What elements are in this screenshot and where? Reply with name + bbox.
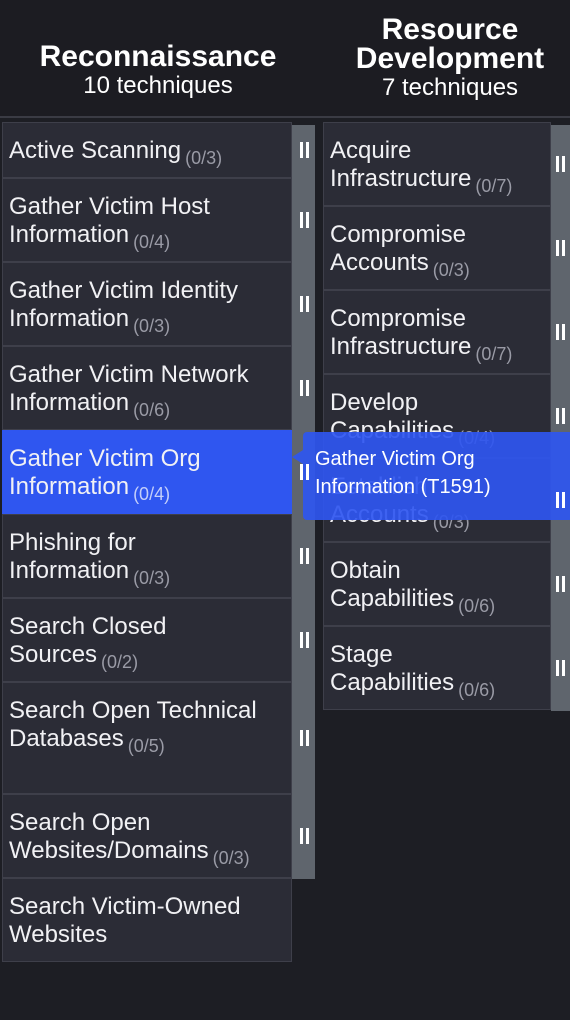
technique-cell[interactable]: Search Open Technical Databases (0/5)	[2, 682, 292, 794]
technique-name: Acquire Infrastructure	[330, 137, 472, 192]
drag-handle-icon[interactable]	[299, 212, 311, 228]
technique-name: Gather Victim Network Information	[9, 361, 249, 416]
subtechnique-count: (0/4)	[133, 484, 171, 504]
tactic-technique-count: 10 techniques	[83, 72, 233, 99]
technique-cell[interactable]: Gather Victim Network Information (0/6)	[2, 346, 292, 430]
technique-cell[interactable]: Compromise Infrastructure (0/7)	[323, 290, 551, 374]
technique-cell[interactable]: Active Scanning (0/3)	[2, 122, 292, 178]
subtechnique-count: (0/3)	[432, 260, 470, 280]
technique-name: Gather Victim Host Information	[9, 193, 210, 248]
subtechnique-count: (0/3)	[212, 848, 250, 868]
drag-handle-icon[interactable]	[299, 464, 311, 480]
subtechnique-count: (0/6)	[458, 596, 496, 616]
tactic-name: Resource Development	[355, 13, 545, 75]
subtechnique-count: (0/2)	[101, 652, 139, 672]
technique-cell[interactable]: Gather Victim Host Information (0/4)	[2, 178, 292, 262]
subtechnique-count: (0/6)	[458, 680, 496, 700]
technique-cell[interactable]: Search Closed Sources (0/2)	[2, 598, 292, 682]
technique-name: Search Open Websites/Domains	[9, 809, 209, 864]
drag-handle-icon[interactable]	[299, 296, 311, 312]
technique-cell[interactable]: Acquire Infrastructure (0/7)	[323, 122, 551, 206]
subtechnique-count: (0/6)	[133, 400, 171, 420]
drag-handle-icon[interactable]	[299, 142, 311, 158]
technique-name: Gather Victim Org Information	[9, 445, 201, 500]
drag-handle-icon[interactable]	[555, 240, 567, 256]
tactic-header-resource-development[interactable]: Resource Development 7 techniques	[324, 15, 570, 103]
technique-name: Search Closed Sources	[9, 613, 167, 668]
drag-handle-icon[interactable]	[555, 660, 567, 676]
subtechnique-count: (0/3)	[133, 316, 171, 336]
tactic-header-reconnaissance[interactable]: Reconnaissance 10 techniques	[0, 42, 316, 101]
drag-handle-icon[interactable]	[555, 408, 567, 424]
technique-name: Obtain Capabilities	[330, 557, 455, 612]
matrix-header: Reconnaissance 10 techniques Resource De…	[0, 0, 570, 118]
technique-name: Stage Capabilities	[330, 641, 455, 696]
technique-cell[interactable]: Compromise Accounts (0/3)	[323, 206, 551, 290]
drag-handle-icon[interactable]	[555, 156, 567, 172]
drag-handle-icon[interactable]	[299, 380, 311, 396]
drag-handle-icon[interactable]	[299, 548, 311, 564]
subtechnique-count: (0/3)	[185, 148, 223, 168]
technique-cell[interactable]: Search Victim-Owned Websites	[2, 878, 292, 962]
technique-name: Gather Victim Identity Information	[9, 277, 238, 332]
drag-handle-icon[interactable]	[555, 576, 567, 592]
technique-cell[interactable]: Search Open Websites/Domains (0/3)	[2, 794, 292, 878]
subtechnique-count: (0/4)	[133, 232, 171, 252]
drag-handle-icon[interactable]	[299, 730, 311, 746]
drag-handle-icon[interactable]	[555, 324, 567, 340]
subtechnique-count: (0/7)	[475, 344, 513, 364]
subtechnique-count: (0/5)	[127, 736, 165, 756]
technique-name: Search Victim-Owned Websites	[9, 893, 241, 948]
technique-cell[interactable]: Phishing for Information (0/3)	[2, 514, 292, 598]
technique-name: Compromise Infrastructure	[330, 305, 472, 360]
tooltip-arrow	[292, 450, 303, 464]
drag-handle-icon[interactable]	[299, 632, 311, 648]
technique-name: Phishing for Information	[9, 529, 136, 584]
subtechnique-count: (0/3)	[133, 568, 171, 588]
technique-tooltip: Gather Victim Org Information (T1591)	[303, 432, 570, 520]
tactic-name: Reconnaissance	[39, 40, 277, 73]
technique-cell[interactable]: Stage Capabilities (0/6)	[323, 626, 551, 710]
subtechnique-count: (0/7)	[475, 176, 513, 196]
tactic-technique-count: 7 techniques	[381, 74, 519, 101]
technique-cell[interactable]: Gather Victim Identity Information (0/3)	[2, 262, 292, 346]
drag-handle-icon[interactable]	[299, 828, 311, 844]
technique-cell[interactable]: Gather Victim Org Information (0/4)	[2, 430, 292, 514]
technique-name: Active Scanning	[9, 137, 182, 164]
technique-cell[interactable]: Obtain Capabilities (0/6)	[323, 542, 551, 626]
drag-handle-icon[interactable]	[555, 492, 567, 508]
